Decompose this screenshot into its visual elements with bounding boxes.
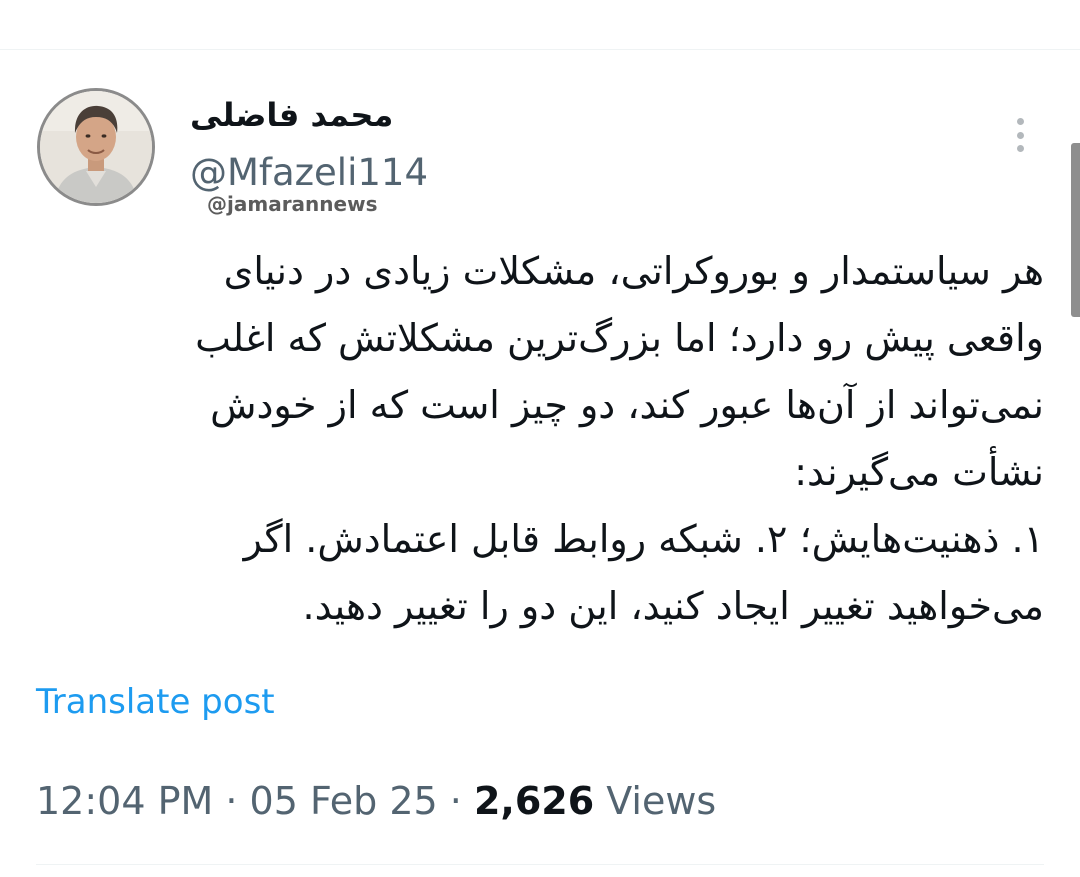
views-label: Views xyxy=(594,779,717,823)
scrollbar[interactable] xyxy=(1071,143,1080,317)
tweet-time[interactable]: 12:04 PM xyxy=(36,779,213,823)
tweet-text-line: ۱. ذهنیت‌هایش؛ ۲. شبکه روابط قابل اعتماد… xyxy=(243,517,1044,561)
more-vertical-icon-dot xyxy=(1016,131,1024,139)
more-vertical-icon-dot xyxy=(1016,145,1024,152)
author-display-name[interactable]: محمد فاضلی xyxy=(190,93,393,137)
tweet-date[interactable]: 05 Feb 25 xyxy=(250,779,438,823)
watermark: @jamarannews xyxy=(207,192,378,216)
tweet-text-line: واقعی پیش رو دارد؛ اما بزرگ‌ترین مشکلاتش… xyxy=(195,316,1044,360)
tweet-text-line: نشأت می‌گیرند: xyxy=(794,450,1044,494)
bottom-divider xyxy=(36,864,1044,865)
avatar-photo xyxy=(40,91,152,203)
tweet-text-line: می‌خواهید تغییر ایجاد کنید، این دو را تغ… xyxy=(302,584,1044,628)
translate-post-link[interactable]: Translate post xyxy=(36,680,275,724)
tweet-text-line: هر سیاستمدار و بوروکراتی، مشکلات زیادی د… xyxy=(223,249,1044,293)
more-vertical-icon xyxy=(1016,118,1024,125)
views-count: 2,626 xyxy=(473,779,595,823)
meta-separator: · xyxy=(437,779,474,823)
tweet-text-line: نمی‌تواند از آن‌ها عبور کند، دو چیز است … xyxy=(210,383,1044,427)
tweet-text: هر سیاستمدار و بوروکراتی، مشکلات زیادی د… xyxy=(34,238,1044,640)
top-divider xyxy=(0,49,1080,50)
meta-separator: · xyxy=(213,779,250,823)
more-options-button[interactable] xyxy=(1004,112,1036,158)
avatar[interactable] xyxy=(37,88,155,206)
tweet-meta: 12:04 PM · 05 Feb 25 · 2,626 Views xyxy=(36,776,716,826)
